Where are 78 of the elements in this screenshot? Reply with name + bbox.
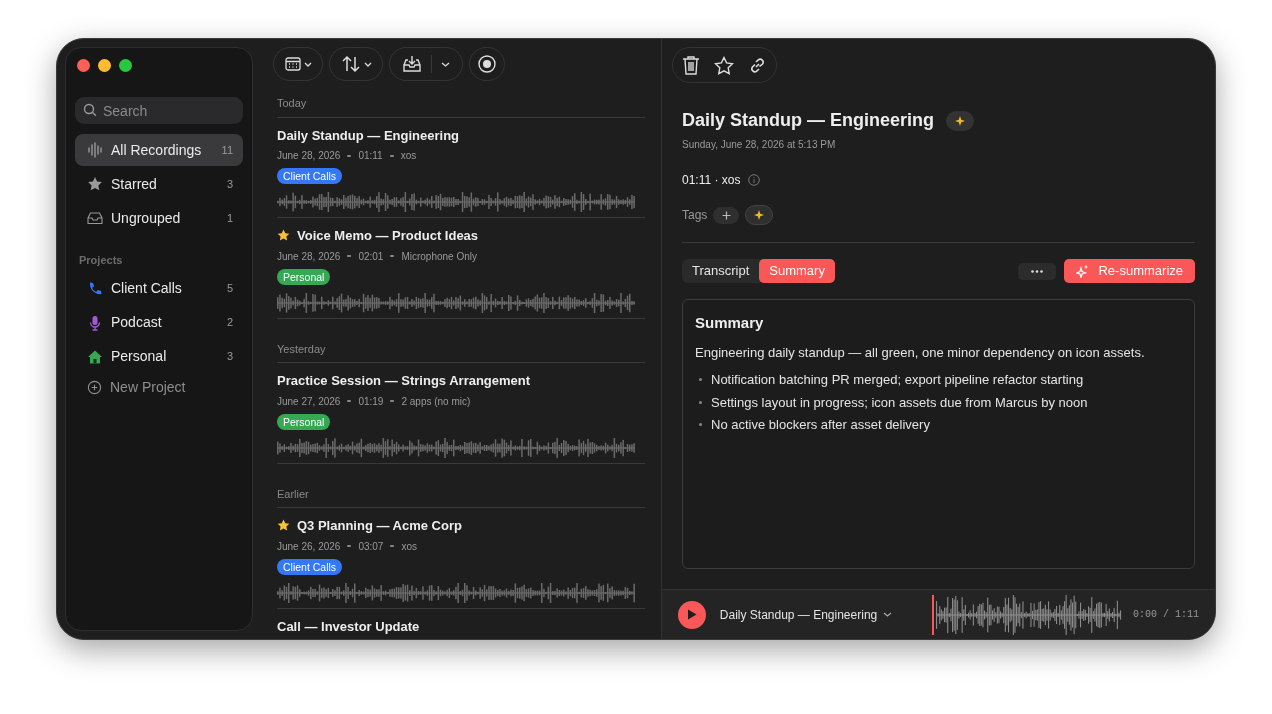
recording-source: xos bbox=[400, 149, 417, 163]
project-item[interactable]: Podcast 2 bbox=[75, 306, 243, 339]
project-item[interactable]: Client Calls 5 bbox=[75, 272, 243, 305]
summary-bullet: No active blockers after asset delivery bbox=[711, 416, 930, 434]
recording-source: xos bbox=[401, 539, 417, 554]
recording-date: Sunday, June 28, 2026 at 5:13 PM bbox=[682, 138, 837, 152]
summary-text: Engineering daily standup — all green, one minor dependency on icon assets. bbox=[695, 343, 1146, 362]
sparkle-icon bbox=[1076, 264, 1089, 278]
chevron-down-icon bbox=[883, 612, 893, 617]
summary-bullet: Settings layout in progress; icon assets due from Marcus by noon bbox=[711, 393, 1088, 412]
waveform-icon bbox=[87, 142, 103, 158]
star-outline-icon[interactable] bbox=[714, 55, 734, 75]
sidebar-item[interactable]: All Recordings 11 bbox=[75, 134, 243, 166]
tray-download-icon bbox=[402, 55, 423, 73]
trash-icon[interactable] bbox=[682, 55, 700, 75]
ellipsis-icon bbox=[1031, 269, 1044, 273]
summary-heading: Summary bbox=[695, 313, 765, 333]
recording-duration: 03:07 bbox=[358, 539, 384, 554]
more-button[interactable] bbox=[1018, 262, 1057, 280]
tray-icon bbox=[87, 211, 103, 225]
zoom-window-button[interactable] bbox=[119, 59, 132, 72]
date-group-heading: Earlier bbox=[277, 485, 645, 508]
recording-date: June 26, 2026 bbox=[277, 539, 341, 554]
calendar-icon bbox=[284, 57, 301, 71]
recording-date: June 28, 2026 bbox=[277, 149, 341, 163]
project-tag: Client Calls bbox=[277, 168, 343, 184]
recording-duration: 02:01 bbox=[358, 249, 384, 264]
star-icon bbox=[87, 176, 103, 192]
recording-duration: 01:11 bbox=[358, 149, 383, 163]
chevron-down-icon bbox=[440, 61, 450, 67]
close-window-button[interactable] bbox=[77, 59, 90, 72]
section-heading: Projects bbox=[78, 253, 124, 268]
recording-title[interactable]: Call — Investor Update bbox=[277, 616, 420, 636]
search-field[interactable]: Search bbox=[75, 97, 243, 124]
star-icon bbox=[277, 229, 290, 243]
sidebar-item[interactable]: Starred 3 bbox=[75, 168, 243, 200]
recording-title[interactable]: Q3 Planning — Acme Corp bbox=[297, 516, 462, 536]
star-icon bbox=[277, 519, 290, 533]
recording-duration: 01:19 bbox=[358, 394, 384, 409]
sort-arrows-icon bbox=[340, 55, 361, 73]
project-tag: Personal bbox=[277, 268, 331, 285]
sidebar-item[interactable]: Ungrouped 1 bbox=[75, 202, 243, 234]
recording-title: Daily Standup — Engineering bbox=[682, 109, 935, 132]
recording-title[interactable]: Daily Standup — Engineering bbox=[277, 125, 460, 145]
plus-icon bbox=[721, 210, 731, 220]
recording-source: Microphone Only bbox=[401, 249, 477, 264]
duration-source: 01:11 · xos bbox=[682, 172, 741, 189]
import-button[interactable] bbox=[389, 47, 463, 81]
tags-label: Tags bbox=[682, 207, 708, 224]
playback-time: 0:00 / 1:11 bbox=[1133, 608, 1199, 622]
project-item[interactable]: Personal 3 bbox=[75, 340, 243, 373]
info-icon[interactable] bbox=[748, 174, 761, 186]
add-tag-button[interactable] bbox=[713, 206, 740, 224]
play-icon bbox=[686, 609, 697, 620]
date-group-heading: Yesterday bbox=[277, 340, 645, 363]
search-icon bbox=[83, 103, 97, 117]
plus-circle-icon bbox=[87, 380, 102, 395]
play-button[interactable] bbox=[678, 600, 706, 629]
chevron-down-icon bbox=[363, 61, 372, 67]
record-icon bbox=[478, 55, 496, 73]
chevron-down-icon bbox=[303, 61, 312, 67]
view-tab[interactable]: Transcript bbox=[682, 259, 760, 283]
project-tag: Client Calls bbox=[277, 558, 343, 575]
recording-title[interactable]: Voice Memo — Product Ideas bbox=[297, 226, 479, 246]
playhead[interactable] bbox=[932, 594, 935, 635]
recording-title[interactable]: Practice Session — Strings Arrangement bbox=[277, 371, 531, 391]
minimize-window-button[interactable] bbox=[98, 59, 111, 72]
recording-picker[interactable]: Daily Standup — Engineering bbox=[719, 605, 919, 624]
recording-date: June 27, 2026 bbox=[277, 394, 341, 409]
summary-bullet: Notification batching PR merged; export pipeline refactor starting bbox=[711, 371, 1084, 389]
project-tag: Personal bbox=[277, 413, 331, 430]
recording-date: June 28, 2026 bbox=[277, 249, 341, 264]
date-group-heading: Today bbox=[277, 95, 645, 118]
new-project-button[interactable]: New Project bbox=[75, 372, 243, 403]
ai-tag-button[interactable] bbox=[745, 205, 774, 225]
recording-source: 2 apps (no mic) bbox=[401, 394, 471, 409]
link-icon[interactable] bbox=[748, 55, 767, 75]
ai-tag-button[interactable] bbox=[946, 110, 975, 131]
